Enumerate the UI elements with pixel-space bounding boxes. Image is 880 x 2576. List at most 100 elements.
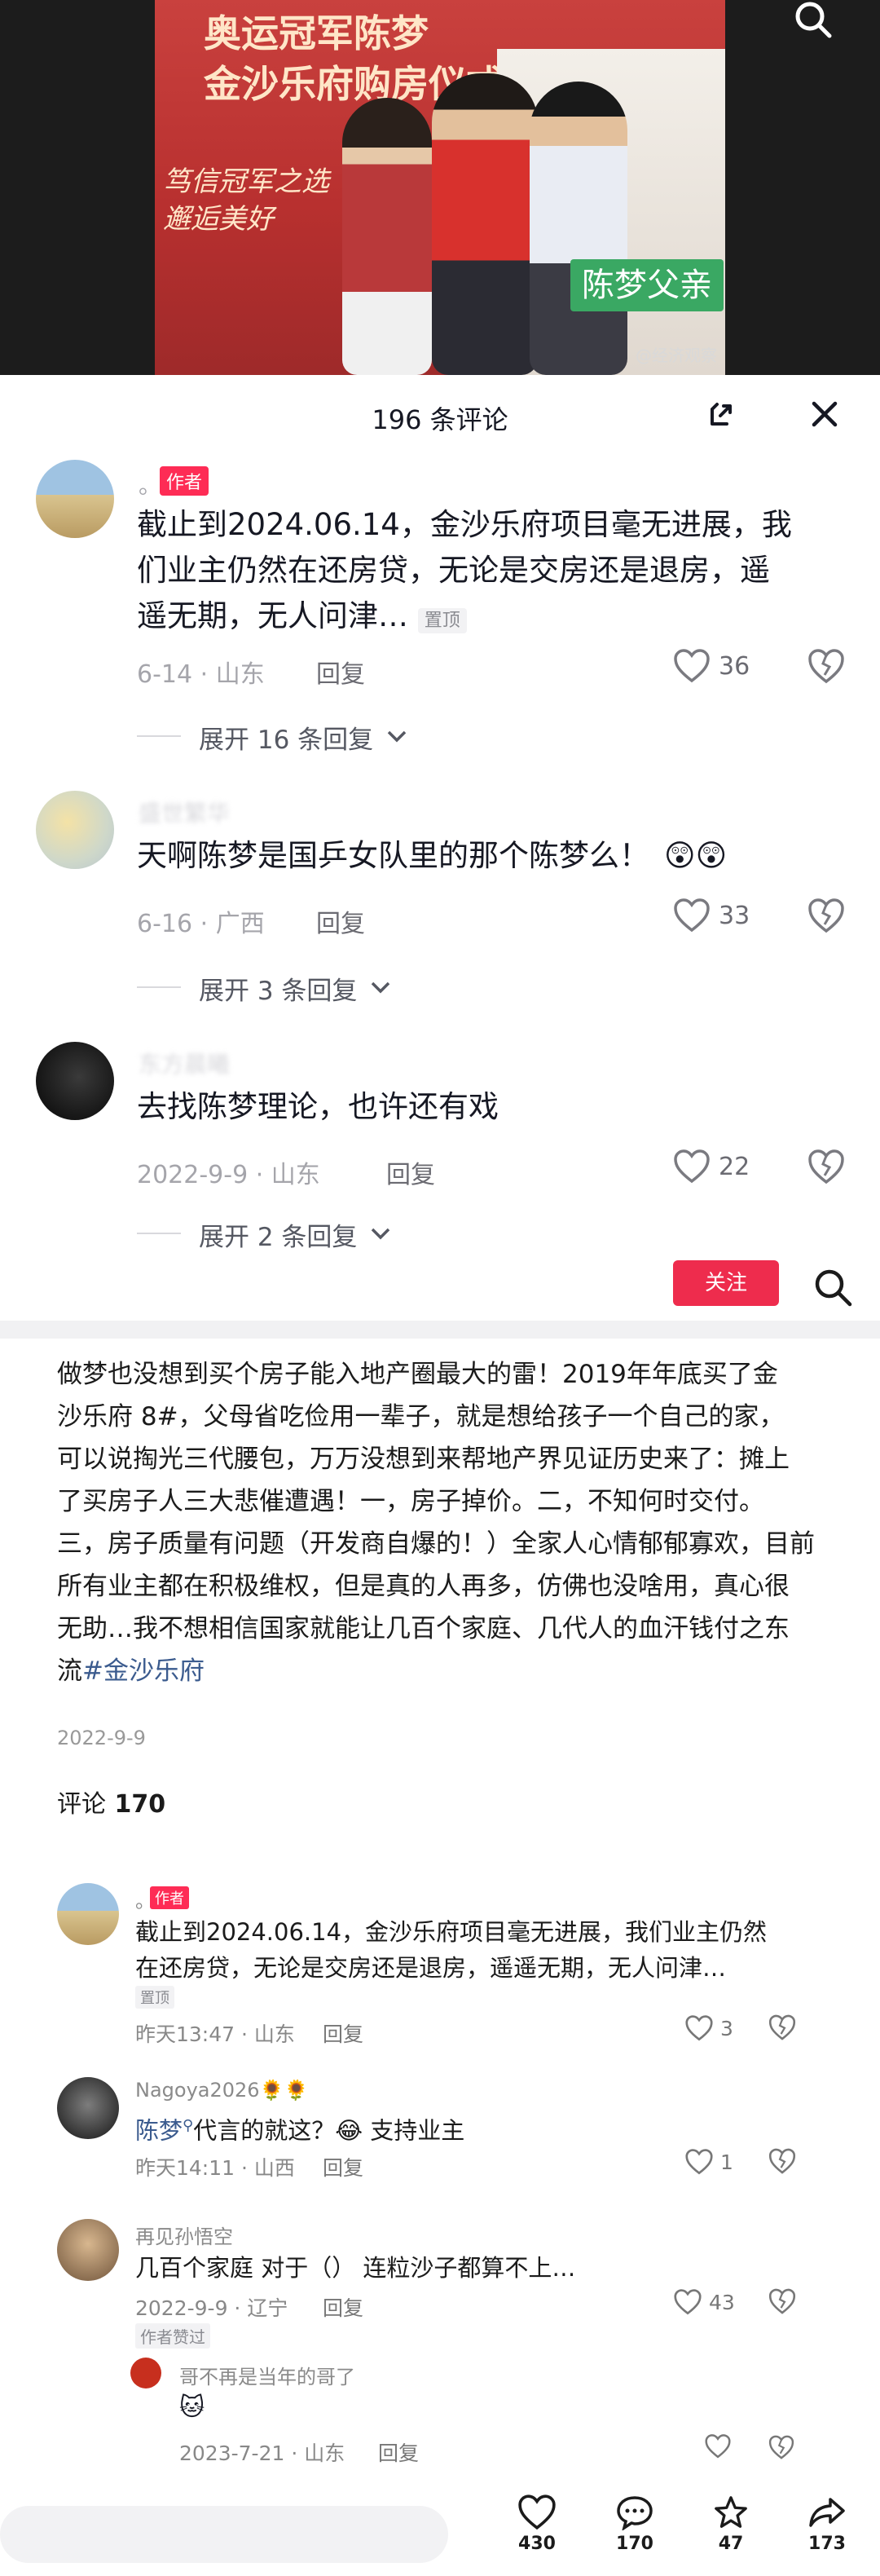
sub-reply-username[interactable]: 哥不再是当年的哥了 [179,2361,355,2389]
divider-line [137,735,181,737]
share-action[interactable]: 173 [790,2494,864,2554]
avatar[interactable] [36,791,114,869]
expand-replies[interactable]: 展开 16 条回复 [137,717,561,755]
dislike-icon[interactable] [807,647,846,686]
reply-button[interactable]: 回复 [316,903,365,939]
post-line: 流#金沙乐府 [57,1650,856,1692]
reply-button[interactable]: 回复 [323,2292,363,2322]
reply-button[interactable]: 回复 [386,1154,435,1190]
fullscreen-icon[interactable] [706,398,738,430]
screenshot-divider [0,1321,880,1339]
heart-icon[interactable] [704,2434,737,2464]
comment-input[interactable] [0,2506,448,2563]
dislike-icon[interactable] [768,2287,800,2320]
post-date: 2022-9-9 [57,1727,146,1749]
like-count: 33 [719,902,750,930]
emoji: 😲😲 [664,838,728,873]
comments-label: 评论 [57,1790,106,1819]
heart-icon [685,2149,713,2175]
comment-username[interactable]: 再见孙悟空 [135,2221,233,2249]
expand-replies-label: 展开 3 条回复 [199,977,358,1006]
avatar[interactable] [57,1883,119,1945]
post-line: 沙乐府 8#，父母省吃俭用一辈子，就是想给孩子一个自己的家， [57,1402,785,1431]
comment-item[interactable]: 盛世繁华 天啊陈梦是国乒女队里的那个陈梦么！ 😲😲 6-16 · 广西 回复 33 [0,791,880,954]
expand-replies[interactable]: 展开 3 条回复 [137,968,561,1006]
panel-title: 196 条评论 [372,404,508,435]
comment-meta: 昨天13:47 · 山东 [135,2022,295,2046]
author-liked-tag: 作者赞过 [135,2323,210,2349]
like-button[interactable]: 1 [684,2147,766,2180]
comment-bubble-icon [617,2496,653,2531]
comment-text: 天啊陈梦是国乒女队里的那个陈梦么！ 😲😲 [137,833,854,879]
comment-username[interactable]: 。 [139,468,161,501]
like-button[interactable]: 22 [673,1148,771,1189]
share-total: 173 [808,2534,846,2554]
author-badge: 作者 [160,466,209,496]
like-action[interactable]: 430 [500,2494,574,2554]
follow-button[interactable]: 关注 [673,1260,779,1306]
like-button[interactable]: 33 [673,897,771,937]
heart-icon [518,2494,556,2530]
avatar[interactable] [36,1042,114,1120]
divider-line [137,986,181,988]
heart-icon [674,1149,710,1184]
comment-text-line: 代言的就这？😂 支持业主 [193,2116,465,2145]
reply-button[interactable]: 回复 [323,2018,363,2048]
video-watermark: @经济观察 [636,346,717,365]
expand-replies-label: 展开 2 条回复 [199,1223,358,1252]
mention-link[interactable]: 陈梦 [135,2117,183,2145]
video-area[interactable]: 奥运冠军陈梦 金沙乐府购房仪式 笃信冠军之选 邂逅美好 陈梦父亲 @经济观察 [0,0,880,375]
like-count: 22 [719,1153,750,1181]
star-icon [715,2496,747,2528]
like-count: 36 [719,652,750,681]
comment-username[interactable]: 盛世繁华 [139,796,230,828]
dislike-icon[interactable] [768,2014,800,2046]
divider-line [137,1233,181,1234]
like-total: 430 [518,2534,556,2554]
post-text: 流 [57,1656,82,1686]
comment-item[interactable]: 。 作者 截止到2024.06.14，金沙乐府项目毫无进展，我 们业主仍然在还房… [0,457,880,701]
like-count: 1 [720,2150,733,2174]
comment-username[interactable]: Nagoya2026🌻🌻 [135,2079,308,2102]
comment-username[interactable]: 东方晨曦 [139,1047,230,1079]
favorite-action[interactable]: 47 [694,2494,768,2554]
dislike-icon[interactable] [807,1148,846,1187]
comment-item[interactable]: 东方晨曦 去找陈梦理论，也许还有戏 2022-9-9 · 山东 回复 22 [0,1042,880,1205]
comment-action[interactable]: 170 [598,2494,671,2554]
close-icon[interactable] [807,396,843,432]
like-count: 43 [709,2291,735,2314]
sub-reply[interactable]: 哥不再是当年的哥了 🐱 2023-7-21 · 山东 回复 [130,2358,847,2480]
avatar[interactable] [36,460,114,538]
like-button[interactable]: 36 [673,647,771,688]
search-icon[interactable] [811,1265,855,1309]
reply-button[interactable]: 回复 [378,2437,419,2467]
dislike-icon[interactable] [807,897,846,936]
hashtag-link[interactable]: #金沙乐府 [82,1656,205,1686]
dislike-icon[interactable] [768,2434,800,2464]
like-button[interactable]: 3 [684,2014,766,2046]
comments-header: 评论 170 [57,1784,165,1820]
reply-button[interactable]: 回复 [323,2152,363,2181]
like-count: 3 [720,2017,733,2040]
chevron-down-icon [371,981,390,994]
comment-panel: 196 条评论 。 作者 截止到2024.06.14，金沙乐府项目毫无进展，我 … [0,375,880,1337]
avatar[interactable] [57,2219,119,2281]
dislike-icon[interactable] [768,2147,800,2180]
comment-meta: 昨天14:11 · 山西 [135,2156,295,2180]
search-icon[interactable] [789,0,838,41]
search-mini-icon: ⚲ [183,2117,194,2134]
comment-text-line: 截止到2024.06.14，金沙乐府项目毫无进展，我 [137,507,792,542]
sub-reply-emoji: 🐱 [179,2393,205,2422]
like-button[interactable]: 43 [673,2287,763,2320]
expand-replies[interactable]: 展开 2 条回复 [137,1215,561,1252]
comment-item[interactable]: Nagoya2026🌻🌻 陈梦⚲代言的就这？😂 支持业主 昨天14:11 · 山… [0,2077,880,2199]
avatar[interactable] [130,2358,161,2389]
comment-item[interactable]: 。 作者 截止到2024.06.14，金沙乐府项目毫无进展，我们业主仍然 在还房… [0,1883,880,2046]
post-body: 做梦也没想到买个房子能入地产圈最大的雷！2019年年底买了金 沙乐府 8#，父母… [57,1353,856,1692]
avatar[interactable] [57,2077,119,2139]
comment-item[interactable]: 再见孙悟空 几百个家庭 对于（） 连粒沙子都算不上… 2022-9-9 · 辽宁… [0,2219,880,2480]
post-line: 所有业主都在积极维权，但是真的人再多，仿佛也没啥用，真心很 [57,1572,790,1601]
pinned-badge: 置顶 [417,608,467,633]
reply-button[interactable]: 回复 [316,654,365,690]
person-center [432,73,538,375]
